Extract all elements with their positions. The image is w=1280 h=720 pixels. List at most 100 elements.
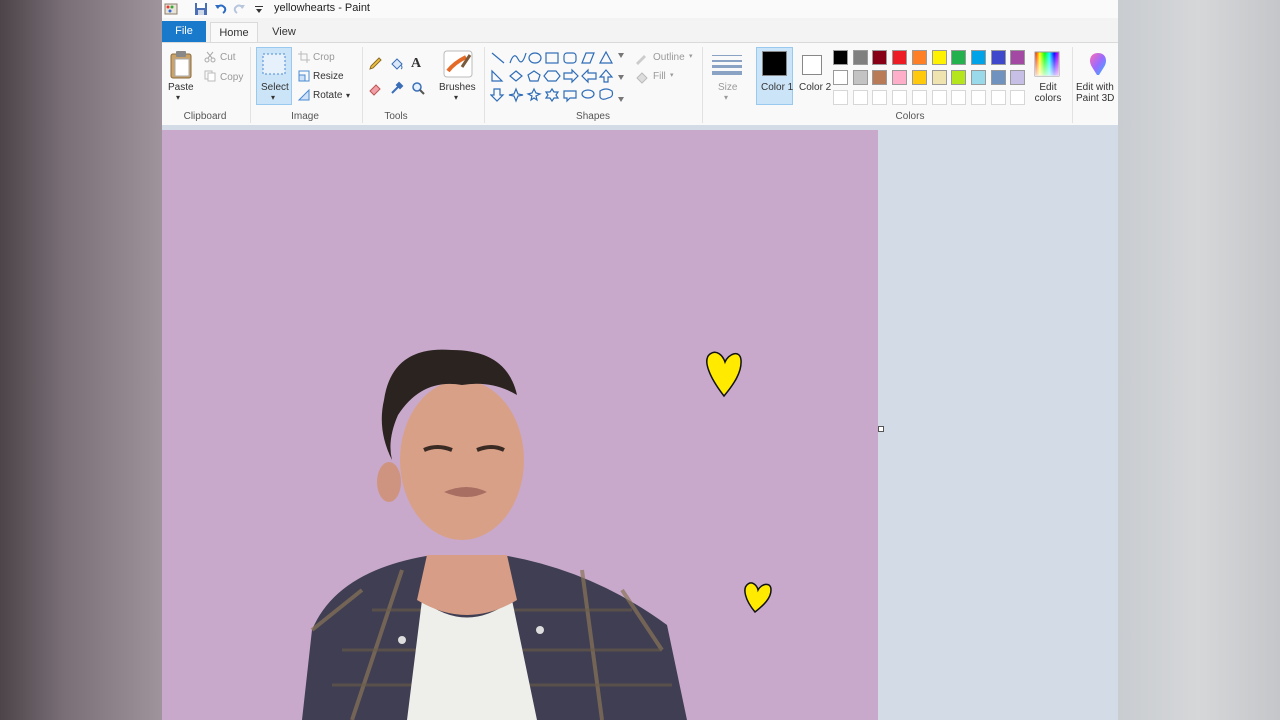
palette-color-swatch[interactable] (833, 50, 848, 65)
background-left (0, 0, 162, 720)
paint-window: yellowhearts - Paint File Home View Past… (162, 0, 1118, 720)
separator (362, 47, 363, 123)
palette-color-swatch[interactable] (911, 50, 927, 65)
person-photo (302, 349, 687, 720)
cut-icon (204, 51, 216, 63)
fill-dropdown-icon[interactable]: ▾ (670, 71, 674, 79)
yellow-heart (744, 582, 772, 614)
rotate-icon (298, 89, 310, 101)
brushes-icon[interactable] (442, 49, 474, 79)
palette-color-swatch[interactable] (833, 90, 848, 105)
palette-color-swatch[interactable] (892, 50, 908, 65)
tab-home[interactable]: Home (210, 22, 258, 43)
outline-dropdown-icon[interactable]: ▾ (689, 52, 693, 60)
separator (1072, 47, 1073, 123)
rotate-dropdown-icon[interactable]: ▾ (346, 91, 350, 100)
resize-icon (298, 70, 310, 82)
palette-color-swatch[interactable] (1010, 70, 1026, 85)
color1-label: Color 1 (761, 82, 794, 93)
palette-color-swatch[interactable] (931, 90, 947, 105)
select-label: Select (261, 82, 289, 93)
palette-color-swatch[interactable] (990, 50, 1006, 65)
ribbon: Paste ▾ Cut Copy Clipboard Select ▾ Crop… (162, 42, 1118, 126)
palette-color-swatch[interactable] (852, 90, 868, 105)
size-dropdown-icon[interactable]: ▾ (724, 93, 728, 102)
outline-button[interactable]: Outline (653, 52, 685, 63)
color2-swatch[interactable] (802, 55, 822, 75)
palette-color-swatch[interactable] (872, 90, 888, 105)
palette-color-swatch[interactable] (1010, 50, 1026, 65)
save-icon[interactable] (194, 2, 208, 16)
edit-colors-icon[interactable] (1034, 51, 1060, 77)
palette-color-swatch[interactable] (931, 70, 947, 85)
paste-dropdown-icon[interactable]: ▾ (176, 93, 180, 102)
palette-color-swatch[interactable] (892, 70, 908, 85)
separator (250, 47, 251, 123)
canvas-drawing (302, 349, 772, 720)
color2-label[interactable]: Color 2 (799, 82, 831, 93)
brushes-dropdown-icon[interactable]: ▾ (454, 93, 458, 102)
magnifier-icon[interactable] (411, 81, 425, 95)
palette-color-swatch[interactable] (833, 70, 848, 85)
palette-color-swatch[interactable] (970, 50, 986, 65)
palette-color-swatch[interactable] (911, 90, 927, 105)
resize-button[interactable]: Resize (313, 71, 344, 82)
shapes-gallery[interactable] (490, 49, 630, 105)
palette-color-swatch[interactable] (951, 90, 967, 105)
shapes-group-label: Shapes (576, 111, 610, 122)
fill-button[interactable]: Fill (653, 71, 666, 82)
image-group-label: Image (291, 111, 319, 122)
select-icon (262, 53, 286, 75)
colors-group-label: Colors (895, 111, 925, 122)
color1-swatch (762, 51, 787, 76)
paint3d-label[interactable]: Edit with Paint 3D (1076, 82, 1118, 104)
copy-button[interactable]: Copy (220, 72, 243, 83)
copy-icon (204, 70, 216, 82)
fill-bucket-icon[interactable] (389, 56, 405, 72)
palette-color-swatch[interactable] (990, 90, 1006, 105)
pencil-icon[interactable] (368, 57, 382, 71)
palette-color-swatch[interactable] (951, 70, 967, 85)
paste-label[interactable]: Paste (168, 82, 194, 93)
outline-icon (636, 55, 646, 65)
palette-color-swatch[interactable] (1010, 90, 1026, 105)
crop-button[interactable]: Crop (313, 52, 335, 63)
palette-color-swatch[interactable] (852, 50, 868, 65)
select-dropdown-icon[interactable]: ▾ (271, 93, 275, 102)
tools-group-label: Tools (384, 111, 408, 122)
palette-color-swatch[interactable] (852, 70, 868, 85)
eraser-icon[interactable] (368, 82, 382, 96)
tab-file[interactable]: File (162, 21, 206, 42)
palette-color-swatch[interactable] (970, 70, 986, 85)
window-title: yellowhearts - Paint (274, 2, 370, 14)
palette-color-swatch[interactable] (951, 50, 967, 65)
palette-color-swatch[interactable] (931, 50, 947, 65)
size-label: Size (718, 82, 738, 93)
yellow-heart (706, 351, 742, 398)
paint-app-icon (164, 3, 178, 15)
color-picker-icon[interactable] (390, 81, 404, 95)
redo-icon[interactable] (232, 2, 246, 16)
edit-colors-label[interactable]: Edit colors (1033, 82, 1063, 104)
undo-icon[interactable] (214, 2, 228, 16)
rotate-button[interactable]: Rotate (313, 90, 342, 101)
palette-color-swatch[interactable] (892, 90, 908, 105)
text-tool-icon[interactable]: A (411, 56, 421, 72)
size-icon[interactable] (712, 53, 742, 75)
tab-view[interactable]: View (262, 22, 306, 42)
fill-icon (636, 72, 648, 84)
ribbon-tabs: File Home View (162, 21, 1118, 43)
canvas-resize-handle[interactable] (878, 426, 884, 432)
brushes-label[interactable]: Brushes (439, 82, 476, 93)
cut-button[interactable]: Cut (220, 52, 236, 63)
drawing-canvas[interactable] (162, 130, 878, 720)
palette-color-swatch[interactable] (970, 90, 986, 105)
palette-color-swatch[interactable] (872, 70, 888, 85)
paste-icon[interactable] (169, 50, 193, 80)
palette-color-swatch[interactable] (990, 70, 1006, 85)
palette-color-swatch[interactable] (872, 50, 888, 65)
palette-color-swatch[interactable] (911, 70, 927, 85)
quick-access-dropdown-icon[interactable] (252, 2, 266, 16)
paint3d-icon[interactable] (1086, 51, 1110, 77)
clipboard-group-label: Clipboard (183, 111, 227, 122)
